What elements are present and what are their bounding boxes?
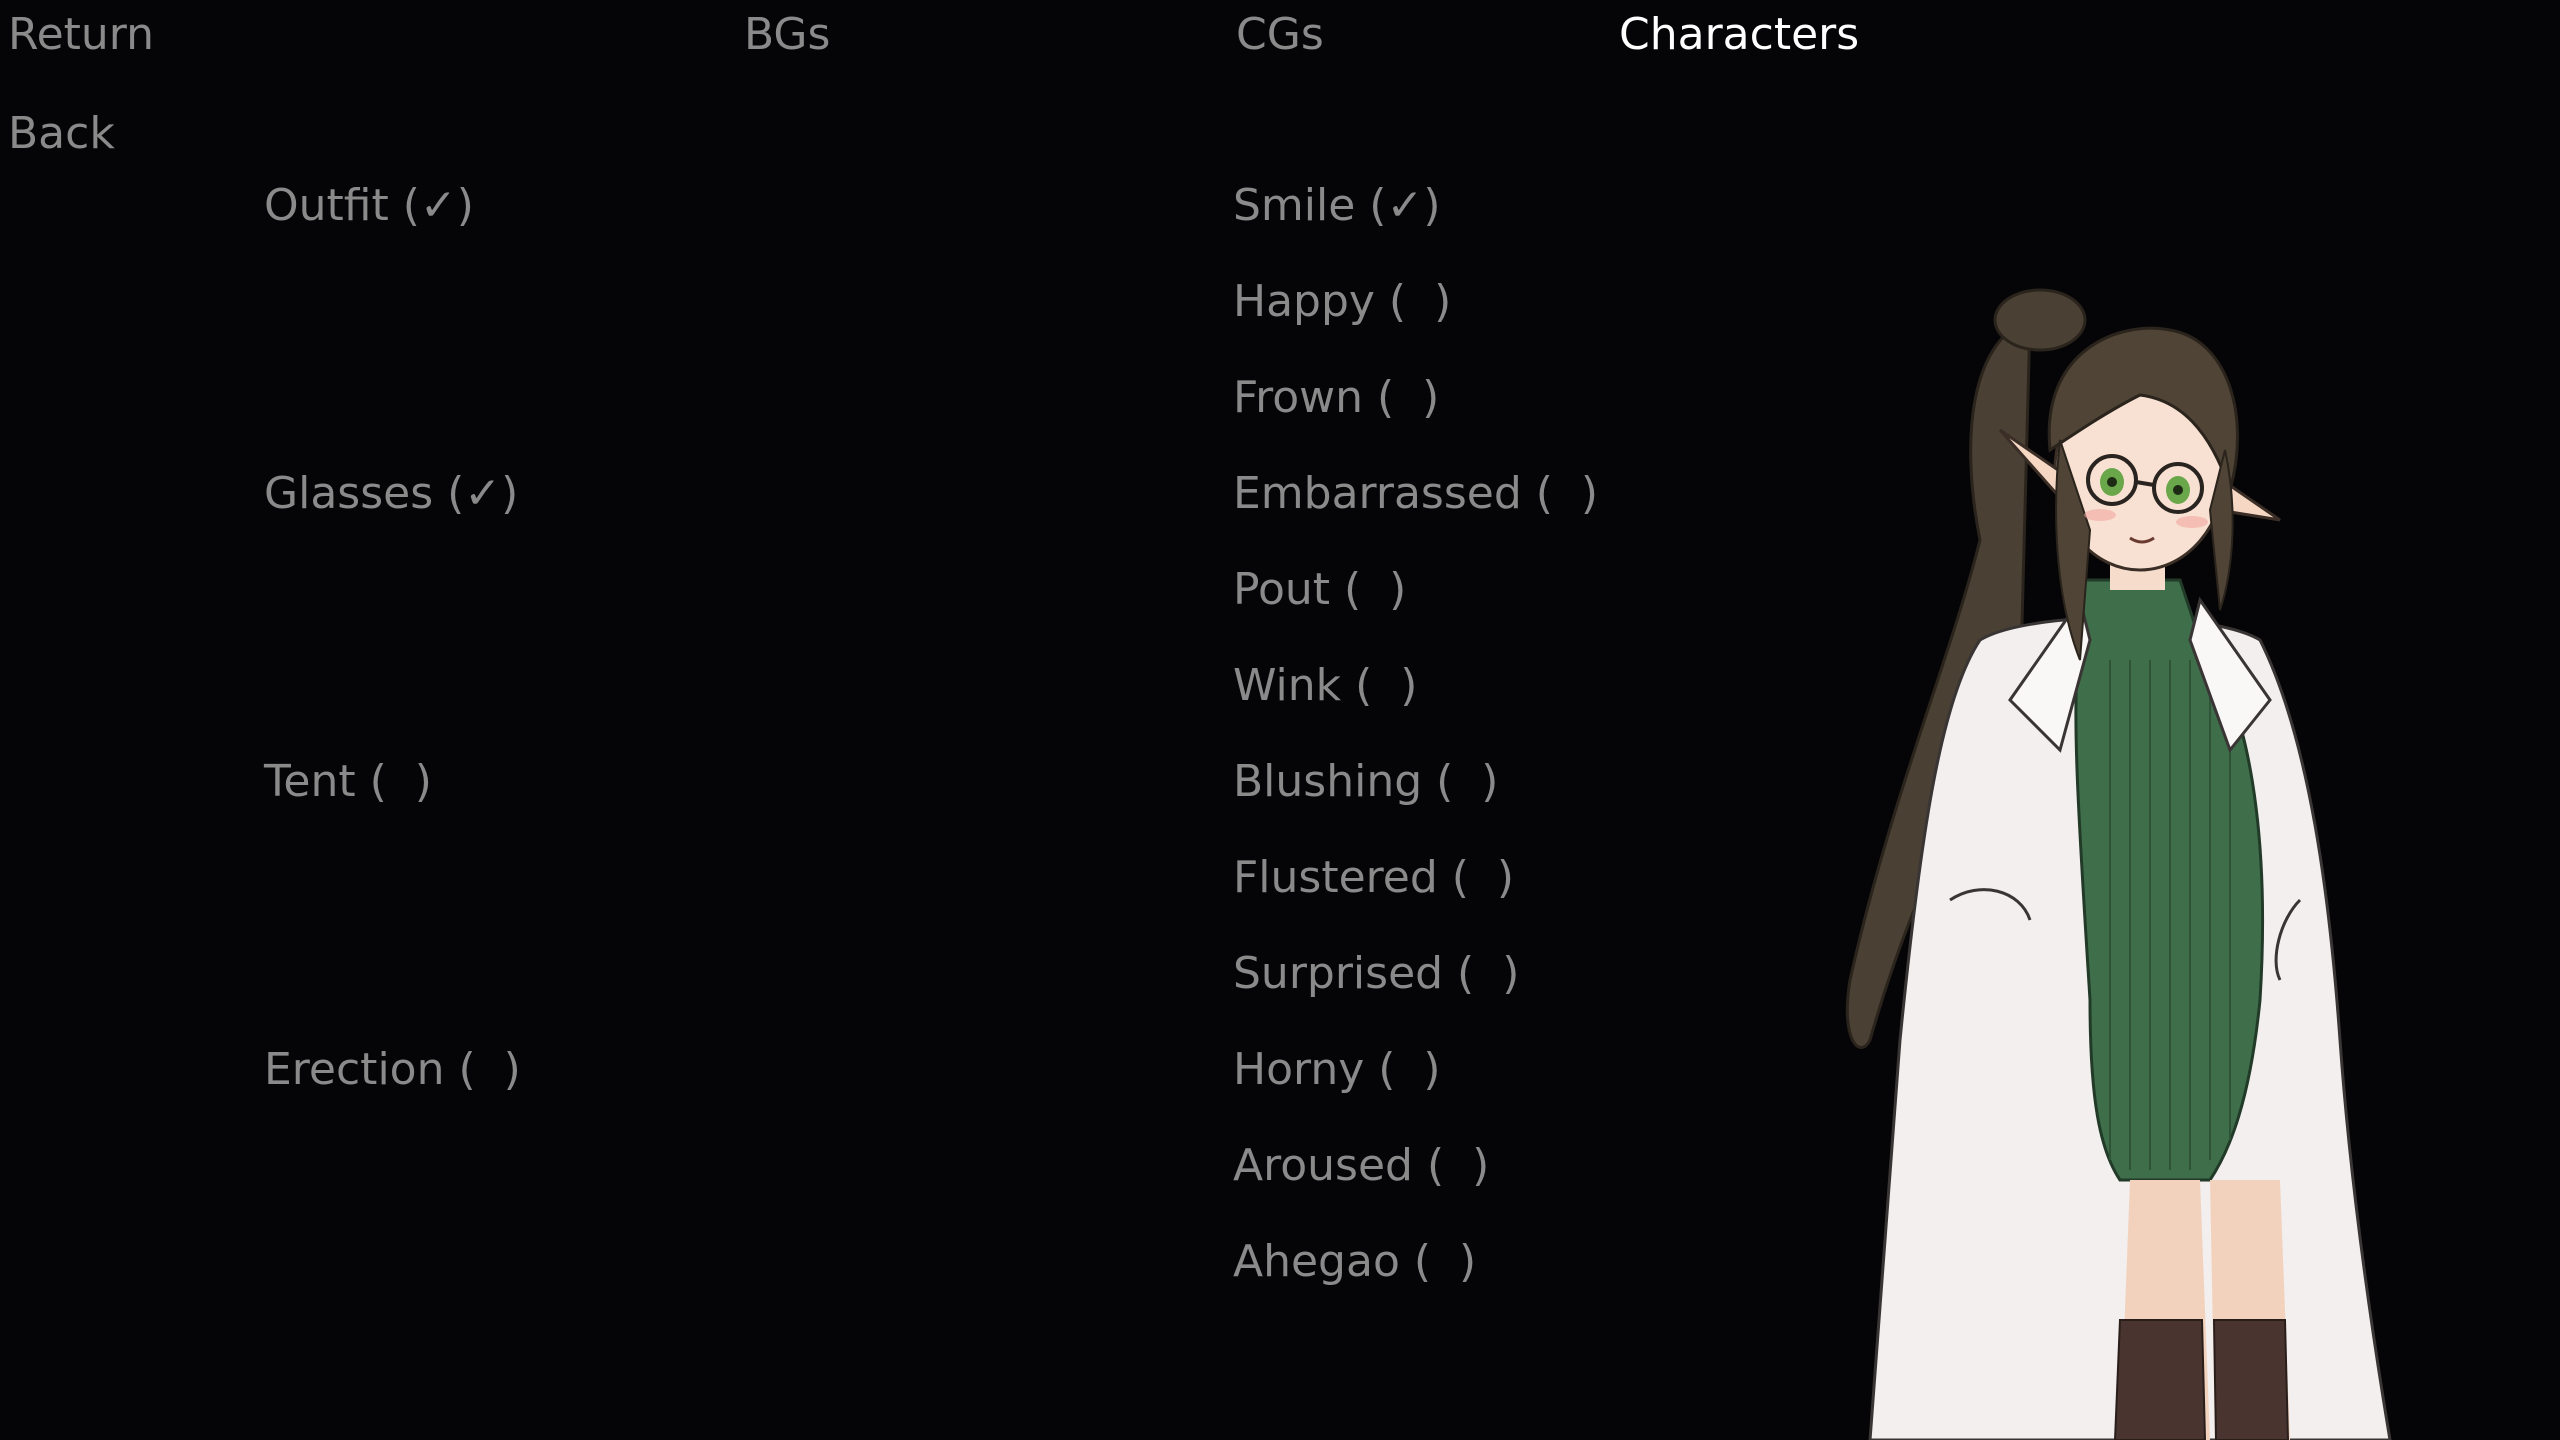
- gallery-screen: Return BGs CGs Characters Back Outfit (✓…: [0, 0, 2560, 1440]
- expression-flustered[interactable]: Flustered ( ): [1233, 856, 1514, 900]
- expression-surprised[interactable]: Surprised ( ): [1233, 952, 1519, 996]
- back-button[interactable]: Back: [8, 112, 115, 156]
- layer-toggle-outfit[interactable]: Outfit (✓): [264, 184, 474, 228]
- expression-horny[interactable]: Horny ( ): [1233, 1048, 1441, 1092]
- expression-wink[interactable]: Wink ( ): [1233, 664, 1417, 708]
- expression-embarrassed[interactable]: Embarrassed ( ): [1233, 472, 1598, 516]
- expression-blushing[interactable]: Blushing ( ): [1233, 760, 1498, 804]
- layer-toggle-erection[interactable]: Erection ( ): [264, 1048, 521, 1092]
- tab-characters[interactable]: Characters: [1619, 13, 1859, 57]
- character-sprite: [1845, 288, 2392, 1440]
- expression-ahegao[interactable]: Ahegao ( ): [1233, 1240, 1476, 1284]
- layer-toggle-glasses[interactable]: Glasses (✓): [264, 472, 518, 516]
- tab-bgs[interactable]: BGs: [744, 13, 830, 57]
- expression-aroused[interactable]: Aroused ( ): [1233, 1144, 1489, 1188]
- return-button[interactable]: Return: [8, 13, 154, 57]
- expression-frown[interactable]: Frown ( ): [1233, 376, 1439, 420]
- expression-smile[interactable]: Smile (✓): [1233, 184, 1441, 228]
- expression-pout[interactable]: Pout ( ): [1233, 568, 1406, 612]
- expression-happy[interactable]: Happy ( ): [1233, 280, 1451, 324]
- tab-cgs[interactable]: CGs: [1236, 13, 1324, 57]
- layer-toggle-tent[interactable]: Tent ( ): [264, 760, 432, 804]
